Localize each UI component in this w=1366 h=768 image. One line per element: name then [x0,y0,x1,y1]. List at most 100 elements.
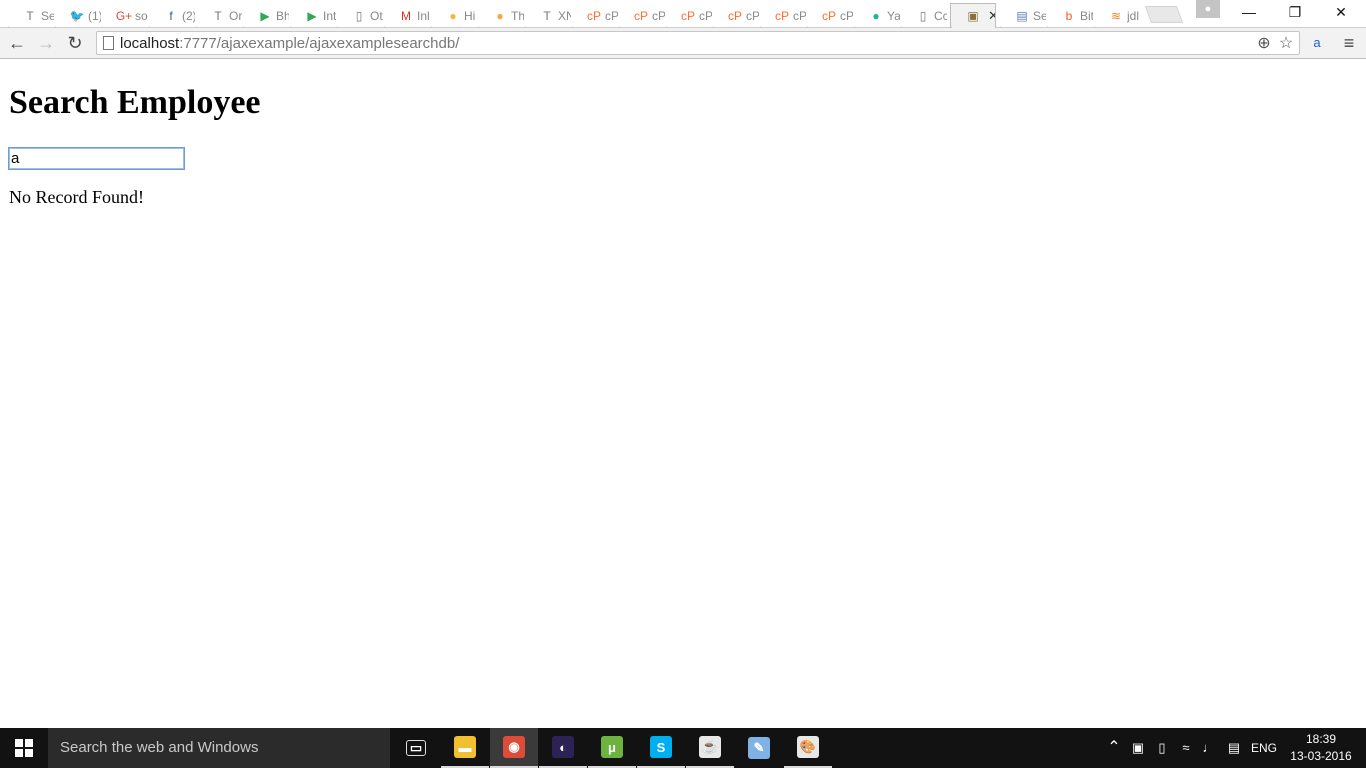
chrome-menu-icon[interactable]: ≡ [1338,33,1360,53]
taskbar-app-skype[interactable]: S [637,728,685,768]
browser-tab[interactable]: ▶ Int [290,3,336,28]
browser-tab[interactable]: ▯ Cc [901,3,947,28]
eclipse-icon: ◐ [552,736,574,758]
windows-taskbar: Search the web and Windows ⌃ ▣ ▯ ≈ ♩ ▤ E… [0,728,1366,768]
tray-overflow-chevron-icon[interactable]: ⌃ [1104,728,1124,768]
tab-favicon-icon: T [26,8,34,23]
profile-icon[interactable]: ● [1196,0,1220,18]
browser-tab[interactable]: ≋ jdl [1094,3,1140,28]
tab-favicon-icon: 🐦 [69,8,85,23]
tab-favicon-icon: cP [680,8,695,23]
taskbar-app-utorrent[interactable]: μ [588,728,636,768]
tab-title: Inl [417,8,430,23]
keyboard-icon[interactable]: ▣ [1128,728,1148,768]
clock-date: 13-03-2016 [1290,749,1352,763]
url-path: :7777/ajaxexample/ajaxexamplesearchdb/ [179,35,460,52]
java-icon: ☕ [699,736,721,758]
paint-icon: 🎨 [797,736,819,758]
tab-favicon-icon: cP [586,8,601,23]
url-host: localhost [120,35,180,52]
tab-favicon-icon: ▶ [307,8,317,23]
clock[interactable]: 18:39 13-03-2016 [1286,731,1356,765]
taskbar-app-eclipse[interactable]: ◐ [539,728,587,768]
browser-tab[interactable]: ● Hi [431,3,477,28]
taskbar-search-box[interactable]: Search the web and Windows [48,728,390,768]
tab-title: jdl [1127,8,1140,23]
taskbar-app-notepad[interactable]: ✎ [735,728,783,768]
browser-tab[interactable]: ● Th [478,3,524,28]
browser-tab[interactable]: cP cP [713,3,759,28]
tab-favicon-icon: M [401,8,411,23]
tab-favicon-icon: ▤ [1016,8,1028,23]
tab-favicon-icon: cP [774,8,789,23]
tab-title: Th [511,8,524,23]
tab-title: Cc [934,8,947,23]
browser-tab[interactable]: T XN [525,3,571,28]
taskbar-app-file-explorer[interactable]: ▬ [441,728,489,768]
browser-tab[interactable]: G+ so [102,3,148,28]
url-text[interactable]: localhost:7777/ajaxexample/ajaxexamplese… [120,35,459,52]
tab-favicon-icon: f [169,8,173,23]
tab-title: Bit [1080,8,1093,23]
tab-close-icon[interactable]: ✕ [988,8,995,24]
tab-title: Ya [887,8,900,23]
search-result-message: No Record Found! [9,187,144,207]
browser-tab[interactable]: T Se [8,3,54,28]
browser-tab[interactable]: ▯ Ot [337,3,383,28]
taskbar-app-paint[interactable]: 🎨 [784,728,832,768]
language-indicator[interactable]: ENG [1248,728,1280,768]
tab-title: cP [793,8,806,23]
tab-favicon-icon: cP [821,8,836,23]
tab-favicon-icon: ▯ [919,8,927,23]
browser-tab[interactable]: cP cP [807,3,853,28]
tab-title: Hi [464,8,476,23]
extension-icon[interactable]: a [1306,32,1328,54]
search-input[interactable] [8,147,185,170]
tab-title: Se [1033,8,1046,23]
taskbar-app-chrome[interactable]: ◉ [490,728,538,768]
windows-logo-icon [15,739,33,757]
utorrent-icon: μ [601,736,623,758]
tab-favicon-icon: T [543,8,551,23]
browser-tab[interactable]: M Inl [384,3,430,28]
tab-title: Int [323,8,336,23]
minimize-button[interactable]: — [1226,0,1272,24]
tab-favicon-icon: ● [872,8,880,23]
browser-tab[interactable]: b Bit [1047,3,1093,28]
volume-icon[interactable]: ♩ [1199,728,1219,768]
tab-favicon-icon: b [1065,8,1073,23]
start-button[interactable] [0,728,48,768]
forward-button[interactable]: → [34,32,58,54]
browser-tab[interactable]: cP cP [619,3,665,28]
battery-icon[interactable]: ▯ [1152,728,1172,768]
browser-tab[interactable]: f (2) [149,3,195,28]
new-tab-button[interactable] [1144,6,1184,23]
reload-button[interactable]: ↻ [63,32,87,54]
close-window-button[interactable]: ✕ [1318,0,1364,24]
browser-tab[interactable]: T Or [196,3,242,28]
browser-tab[interactable]: cP cP [572,3,618,28]
bookmark-star-icon[interactable]: ☆ [1275,33,1297,55]
restore-button[interactable]: ❐ [1272,0,1318,24]
skype-icon: S [650,736,672,758]
zoom-icon[interactable]: ⊕ [1253,33,1275,55]
wifi-icon[interactable]: ≈ [1176,728,1196,768]
browser-tab[interactable]: ▶ Bh [243,3,289,28]
chrome-icon: ◉ [503,736,525,758]
browser-tab[interactable]: ▤ Se [1000,3,1046,28]
browser-tab[interactable]: 🐦(1) [55,3,101,28]
taskbar-app-task-view[interactable]: ▭ [392,728,440,768]
browser-toolbar: ← → ↻ localhost:7777/ajaxexample/ajaxexa… [0,28,1366,59]
browser-tab[interactable]: cP cP [760,3,806,28]
action-center-icon[interactable]: ▤ [1223,728,1245,768]
tab-title: (1) [88,8,101,23]
back-button[interactable]: ← [5,32,29,54]
tab-title: (2) [182,8,195,23]
browser-tab[interactable]: ● Ya [854,3,900,28]
browser-tab[interactable]: ▣✕ [950,3,996,28]
tab-favicon-icon: G+ [115,8,133,23]
tab-title: cP [605,8,618,23]
taskbar-app-java[interactable]: ☕ [686,728,734,768]
browser-tab[interactable]: cP cP [666,3,712,28]
address-bar[interactable]: localhost:7777/ajaxexample/ajaxexamplese… [96,31,1300,55]
